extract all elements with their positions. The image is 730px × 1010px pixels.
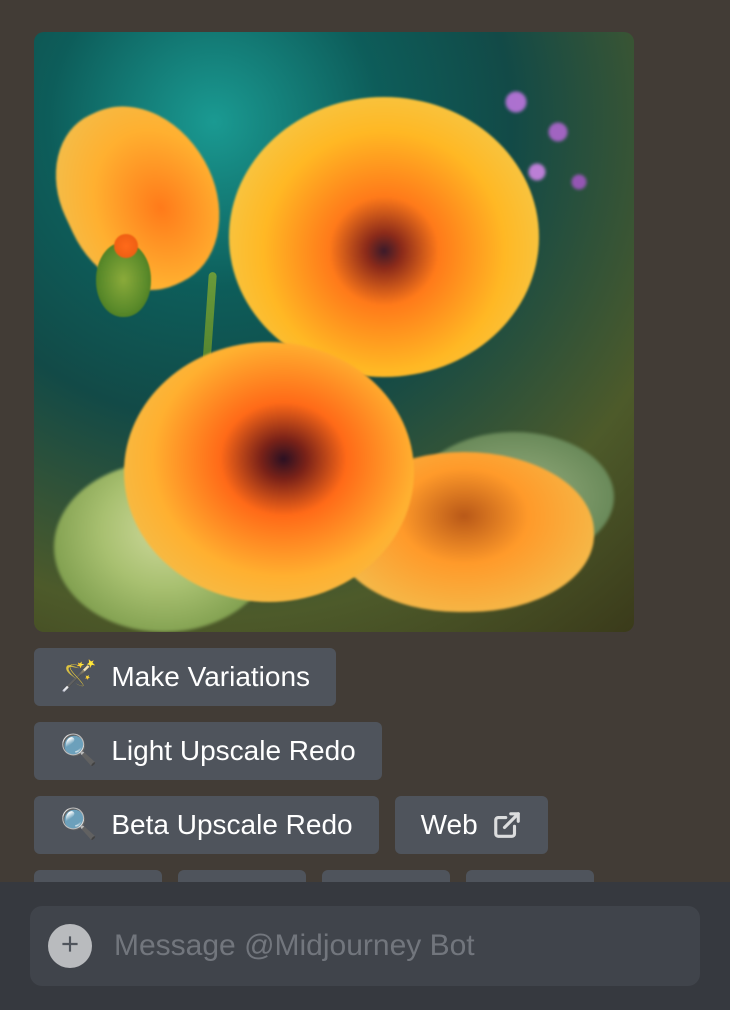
external-link-icon: [492, 810, 522, 840]
poppy-flower: [229, 97, 539, 377]
message: 🪄 Make Variations 🔍 Light Upscale Redo 🔍…: [0, 0, 730, 932]
poppy-flower: [124, 342, 414, 602]
attach-button[interactable]: [48, 924, 92, 968]
message-input[interactable]: [114, 929, 682, 963]
button-label: Light Upscale Redo: [111, 737, 355, 765]
plus-icon: [57, 931, 83, 962]
button-label: Beta Upscale Redo: [111, 811, 352, 839]
composer-area: [0, 882, 730, 1010]
action-button-row-2: 🔍 Beta Upscale Redo Web: [34, 796, 696, 854]
magnifier-icon: 🔍: [60, 810, 97, 840]
beta-upscale-redo-button[interactable]: 🔍 Beta Upscale Redo: [34, 796, 379, 854]
button-label: Web: [421, 811, 478, 839]
generated-image[interactable]: [34, 32, 634, 632]
action-button-row-1: 🪄 Make Variations 🔍 Light Upscale Redo: [34, 648, 696, 780]
light-upscale-redo-button[interactable]: 🔍 Light Upscale Redo: [34, 722, 382, 780]
web-link-button[interactable]: Web: [395, 796, 548, 854]
magnifier-icon: 🔍: [60, 736, 97, 766]
button-label: Make Variations: [111, 663, 310, 691]
message-composer: [30, 906, 700, 986]
flower-bud: [96, 242, 151, 317]
wand-icon: 🪄: [60, 662, 97, 692]
make-variations-button[interactable]: 🪄 Make Variations: [34, 648, 336, 706]
